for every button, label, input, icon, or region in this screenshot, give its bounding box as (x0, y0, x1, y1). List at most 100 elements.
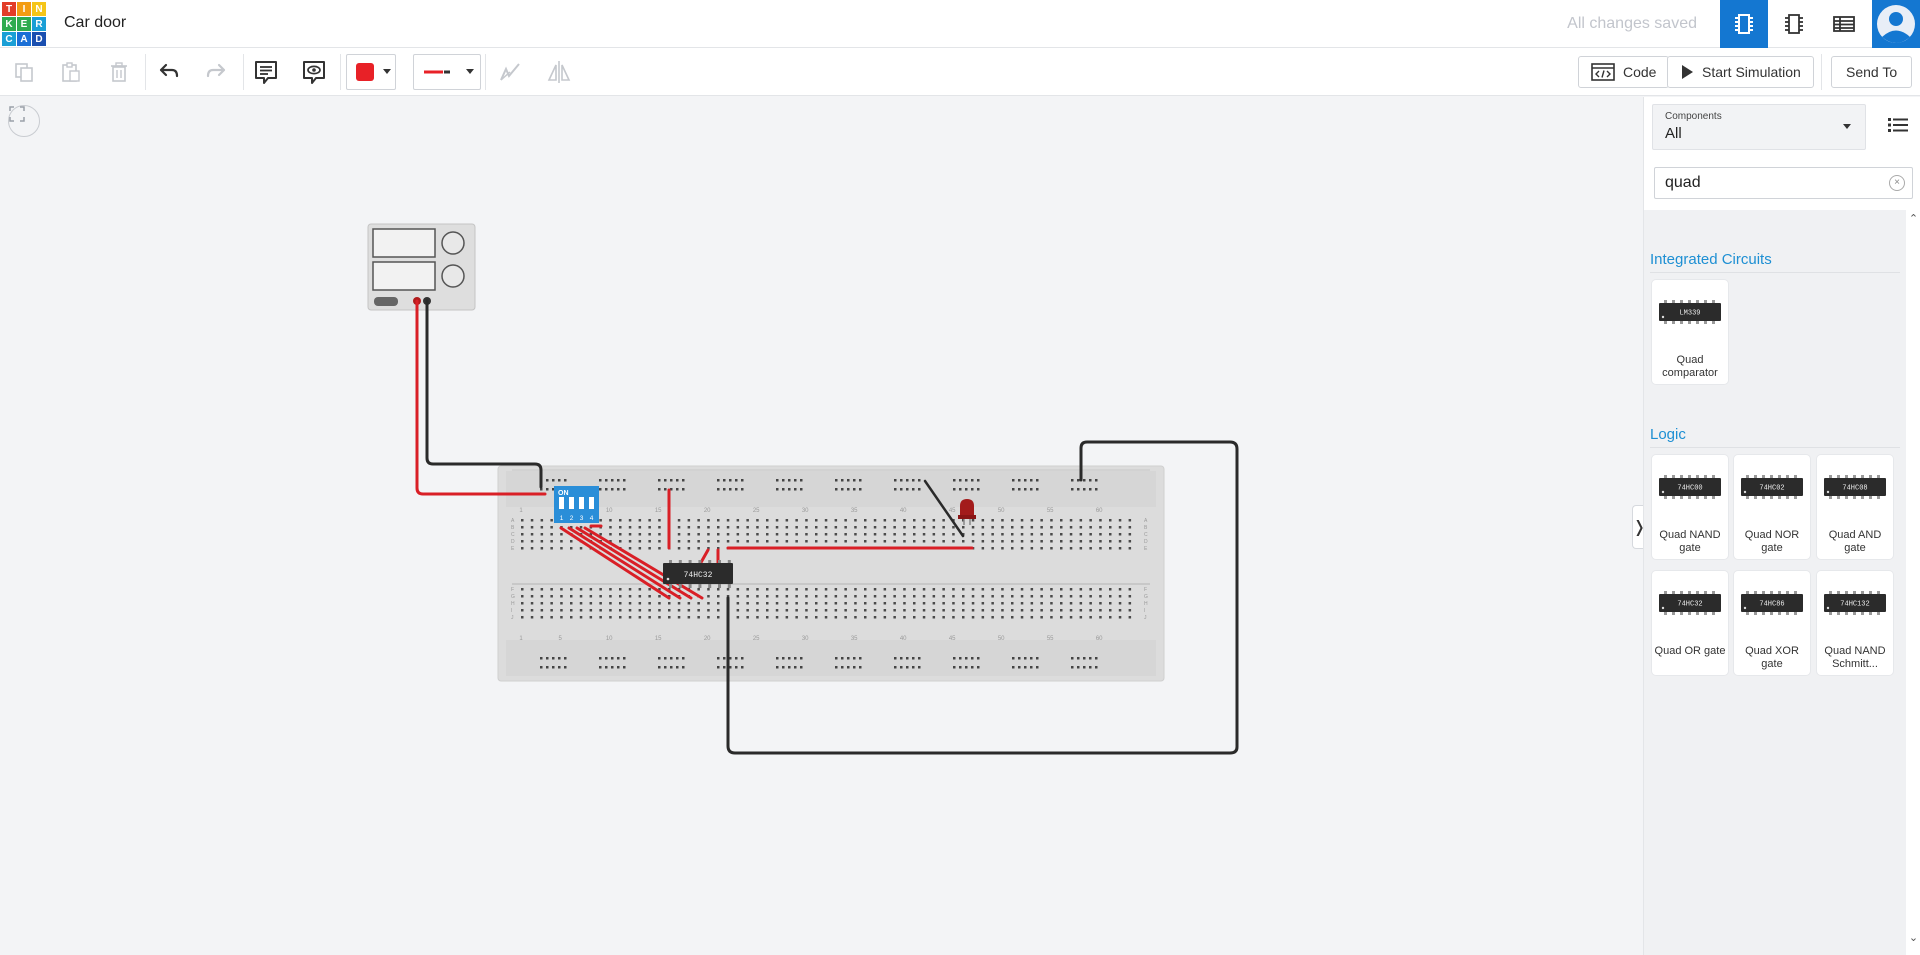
terminal-hole (815, 602, 818, 605)
terminal-hole (1060, 602, 1063, 605)
component-card[interactable]: 74HC86 Quad XOR gate (1734, 571, 1810, 675)
project-title[interactable]: Car door (64, 14, 126, 32)
terminal-hole (697, 588, 700, 591)
tinkercad-logo[interactable]: TIN KER CAD (0, 0, 48, 48)
terminal-hole (844, 540, 847, 543)
chip-text: 74HC02 (1759, 485, 1784, 493)
terminal-hole (521, 595, 524, 598)
terminal-hole (609, 616, 612, 619)
notes-visibility-button[interactable] (296, 54, 332, 90)
terminal-hole (962, 609, 965, 612)
power-supply[interactable] (367, 223, 476, 311)
flip-button[interactable] (541, 54, 577, 90)
component-card[interactable]: 74HC08 Quad AND gate (1817, 455, 1893, 559)
code-button[interactable]: Code (1578, 56, 1670, 88)
list-view-button[interactable] (1884, 111, 1912, 139)
terminal-hole (766, 540, 769, 543)
terminal-hole (942, 588, 945, 591)
align-button[interactable] (492, 54, 528, 90)
terminal-hole (1099, 602, 1102, 605)
component-card[interactable]: 74HC02 Quad NOR gate (1734, 455, 1810, 559)
rail-hole (611, 657, 614, 660)
terminal-hole (873, 616, 877, 619)
fit-view-button[interactable] (8, 105, 40, 137)
terminal-hole (1001, 602, 1004, 605)
component-search[interactable]: × (1654, 167, 1913, 199)
terminal-hole (971, 616, 975, 619)
rail-hole (918, 479, 921, 482)
rail-hole (953, 666, 956, 669)
rail-hole (723, 488, 726, 491)
terminal-hole (1109, 616, 1112, 619)
terminal-hole (873, 609, 877, 612)
rail-hole (953, 488, 956, 491)
circuit-view-button[interactable] (1720, 0, 1768, 48)
search-input[interactable] (1655, 168, 1875, 198)
list-icon (1888, 118, 1908, 132)
terminal-hole (864, 533, 867, 536)
terminal-hole (1040, 533, 1043, 536)
notes-icon (255, 61, 277, 84)
start-simulation-button[interactable]: Start Simulation (1667, 56, 1814, 88)
redo-button[interactable] (198, 54, 234, 90)
wire-type-dropdown[interactable] (413, 54, 481, 90)
terminal-hole (1118, 616, 1122, 619)
terminal-hole (1020, 609, 1024, 612)
undo-button[interactable] (151, 54, 187, 90)
terminal-hole (560, 540, 563, 543)
component-card[interactable]: LM339 Quad comparator (1652, 280, 1728, 384)
rail-hole (723, 657, 726, 660)
rail-hole (623, 488, 626, 491)
delete-button[interactable] (101, 54, 137, 90)
terminal-hole (854, 540, 857, 543)
rail-hole (676, 488, 679, 491)
copy-button[interactable] (6, 54, 42, 90)
dip-switch[interactable]: ON 1 2 3 4 (554, 486, 599, 523)
component-card[interactable]: 74HC32 Quad OR gate (1652, 571, 1728, 675)
terminal-hole (638, 616, 642, 619)
clear-search-icon[interactable]: × (1889, 175, 1905, 191)
terminal-hole (717, 526, 720, 529)
terminal-hole (1089, 609, 1092, 612)
terminal-hole (952, 533, 955, 536)
user-avatar[interactable] (1872, 0, 1920, 48)
notes-button[interactable] (248, 54, 284, 90)
wire-color-dropdown[interactable] (346, 54, 396, 90)
terminal-hole (785, 519, 789, 522)
row-letter: H (511, 601, 515, 607)
terminal-hole (942, 533, 945, 536)
terminal-hole (658, 533, 661, 536)
rail-hole (1012, 479, 1015, 482)
schematic-view-button[interactable] (1770, 0, 1818, 48)
terminal-hole (1069, 595, 1073, 598)
component-card[interactable]: 74HC132 Quad NAND Schmitt... (1817, 571, 1893, 675)
terminal-hole (873, 595, 877, 598)
circuit-drawing[interactable]: 1155101015152020252530303535404045455050… (0, 97, 1643, 955)
rail-hole (735, 488, 738, 491)
circuit-canvas[interactable]: 1155101015152020252530303535404045455050… (0, 97, 1643, 955)
terminal-hole (746, 595, 749, 598)
send-to-button[interactable]: Send To (1831, 56, 1913, 88)
components-dropdown[interactable]: Components All (1652, 104, 1866, 150)
terminal-hole (609, 526, 612, 529)
terminal-hole (1011, 540, 1014, 543)
scroll-down-arrow[interactable]: ⌄ (1906, 929, 1920, 945)
terminal-hole (1050, 547, 1053, 550)
rail-hole (971, 666, 974, 669)
rail-hole (788, 479, 791, 482)
component-card[interactable]: 74HC00 Quad NAND gate (1652, 455, 1728, 559)
ic-chip-icon: 74HC86 (1741, 591, 1803, 615)
terminal-hole (521, 588, 524, 591)
terminal-hole (717, 595, 720, 598)
component-list-view-button[interactable] (1820, 0, 1868, 48)
rail-hole (1095, 657, 1098, 660)
rail-hole (859, 479, 862, 482)
rail-hole (1024, 488, 1027, 491)
terminal-hole (864, 540, 867, 543)
paste-button[interactable] (53, 54, 89, 90)
terminal-hole (550, 547, 553, 550)
scroll-up-arrow[interactable]: ⌃ (1906, 210, 1920, 226)
rail-hole (717, 666, 720, 669)
ic-74hc32[interactable]: 74HC32 (663, 560, 733, 588)
terminal-hole (962, 588, 965, 591)
